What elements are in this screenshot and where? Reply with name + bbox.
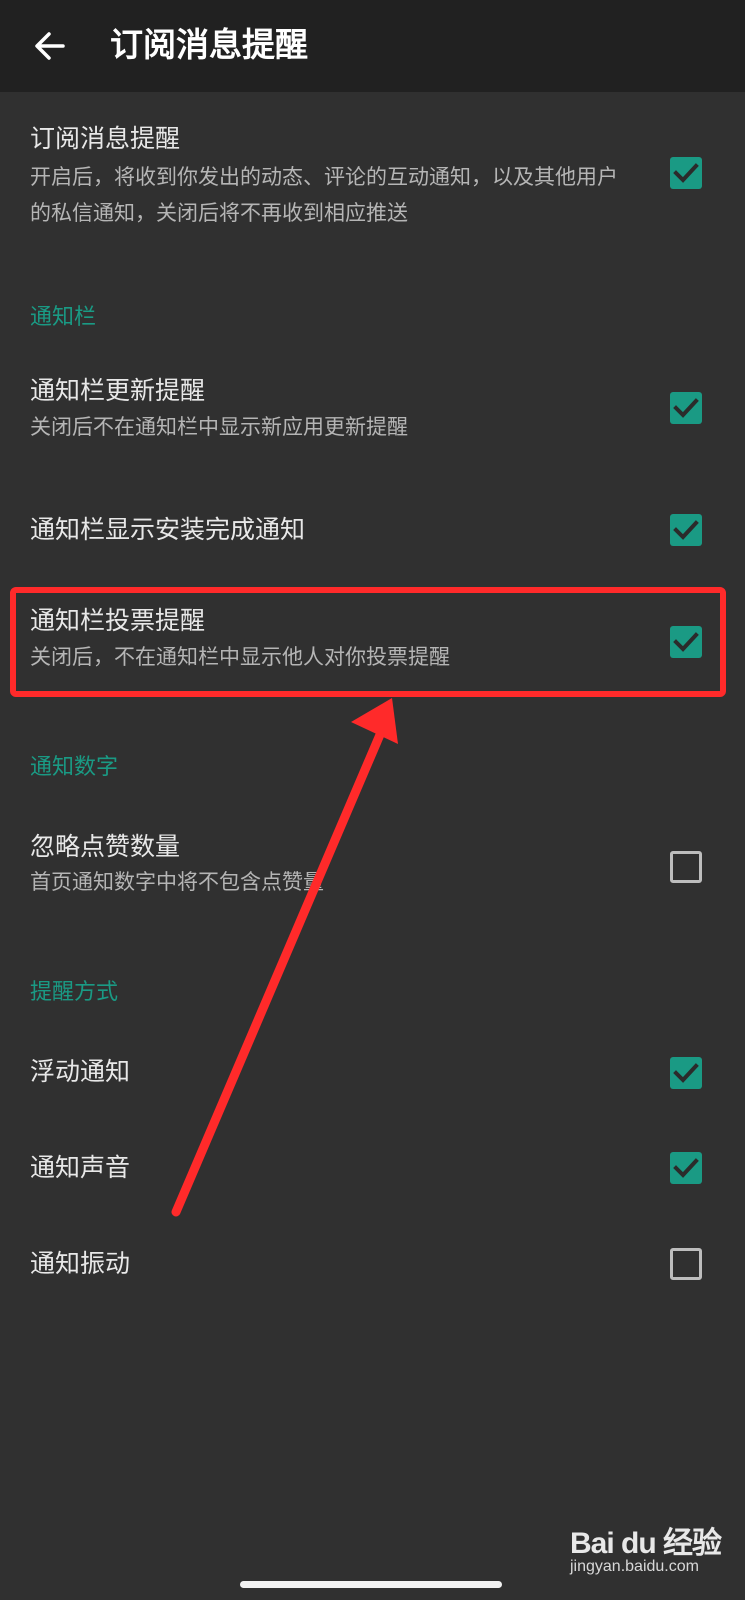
annotation-arrow (171, 698, 398, 1217)
setting-title: 通知声音 (30, 1153, 131, 1182)
setting-update-reminder[interactable]: 通知栏更新提醒 关闭后不在通知栏中显示新应用更新提醒 (0, 360, 745, 460)
page-title: 订阅消息提醒 (110, 25, 308, 64)
setting-title: 浮动通知 (30, 1057, 131, 1086)
setting-title: 忽略点赞数量 (30, 832, 181, 861)
setting-title: 订阅消息提醒 (30, 124, 181, 153)
check-icon (673, 1158, 699, 1178)
check-icon (673, 398, 699, 418)
notification-sound-checkbox[interactable] (670, 1152, 702, 1184)
setting-notification-sound[interactable]: 通知声音 (0, 1124, 745, 1210)
baidu-jingyan-watermark: Bai du 经验 jingyan.baidu.com (570, 1518, 740, 1584)
floating-notification-checkbox[interactable] (670, 1057, 702, 1089)
back-button[interactable] (22, 18, 78, 74)
setting-subscription-reminder[interactable]: 订阅消息提醒 开启后，将收到你发出的动态、评论的互动通知，以及其他用户的私信通知… (0, 110, 745, 240)
arrow-left-icon (35, 32, 65, 60)
check-icon (673, 163, 699, 183)
notification-vibration-checkbox[interactable] (670, 1248, 702, 1280)
subscription-checkbox[interactable] (670, 157, 702, 189)
check-icon (673, 1063, 699, 1083)
setting-description: 关闭后不在通知栏中显示新应用更新提醒 (30, 415, 408, 439)
setting-notification-vibration[interactable]: 通知振动 (0, 1220, 745, 1306)
setting-title: 通知振动 (30, 1249, 131, 1278)
home-indicator[interactable] (240, 1581, 502, 1588)
watermark-logo: Bai du 经验 (570, 1527, 722, 1560)
setting-description: 开启后，将收到你发出的动态、评论的互动通知，以及其他用户的私信通知，关闭后将不再… (30, 165, 618, 225)
app-bar: 订阅消息提醒 (0, 0, 745, 92)
section-header-notification-number: 通知数字 (30, 755, 119, 780)
vote-reminder-checkbox[interactable] (670, 626, 702, 658)
setting-title: 通知栏显示安装完成通知 (30, 515, 306, 544)
watermark-url: jingyan.baidu.com (570, 1558, 699, 1575)
check-icon (673, 632, 699, 652)
setting-title: 通知栏投票提醒 (30, 606, 206, 635)
section-header-reminder-method: 提醒方式 (30, 980, 119, 1005)
setting-floating-notification[interactable]: 浮动通知 (0, 1030, 745, 1116)
setting-vote-reminder[interactable]: 通知栏投票提醒 关闭后，不在通知栏中显示他人对你投票提醒 (0, 590, 745, 694)
check-icon (673, 520, 699, 540)
install-complete-checkbox[interactable] (670, 514, 702, 546)
setting-description: 关闭后，不在通知栏中显示他人对你投票提醒 (30, 645, 450, 669)
setting-ignore-likes[interactable]: 忽略点赞数量 首页通知数字中将不包含点赞量 (0, 815, 745, 915)
ignore-likes-checkbox[interactable] (670, 851, 702, 883)
section-header-notification-bar: 通知栏 (30, 305, 97, 330)
update-reminder-checkbox[interactable] (670, 392, 702, 424)
setting-install-complete[interactable]: 通知栏显示安装完成通知 (0, 480, 745, 580)
setting-title: 通知栏更新提醒 (30, 376, 206, 405)
setting-description: 首页通知数字中将不包含点赞量 (30, 870, 324, 894)
